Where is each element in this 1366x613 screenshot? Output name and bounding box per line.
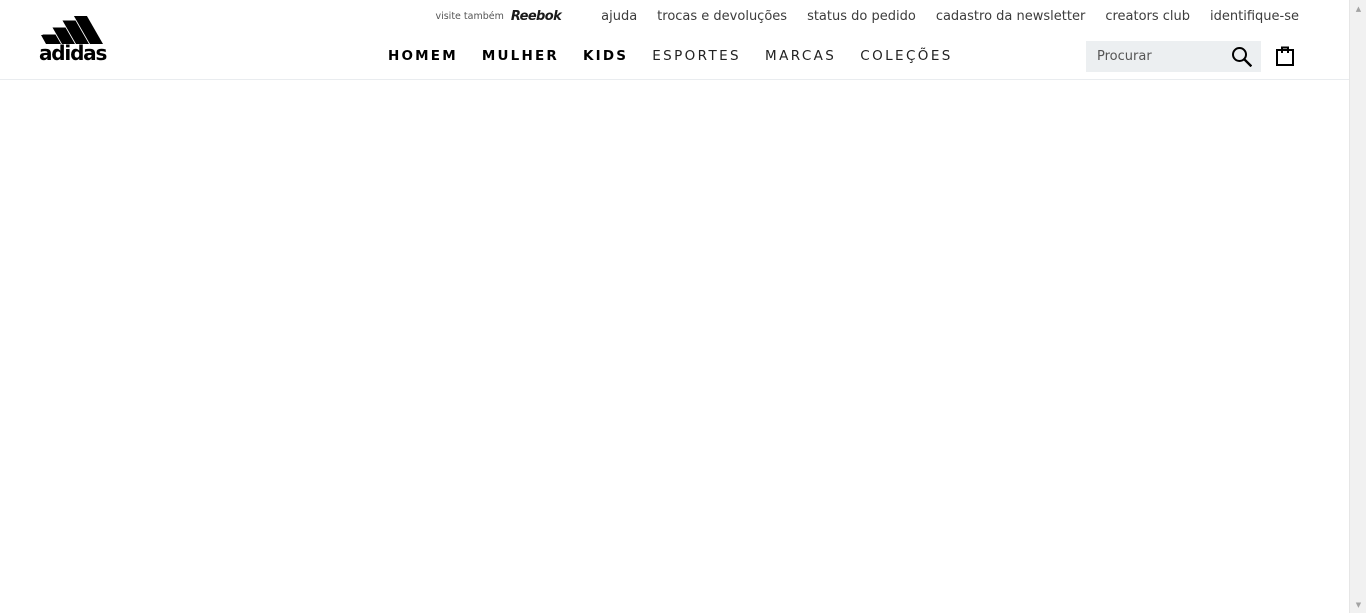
sign-in-link[interactable]: identifique-se <box>1210 9 1299 24</box>
scroll-down-arrow[interactable]: ▼ <box>1350 596 1366 613</box>
nav-item-mulher[interactable]: MULHER <box>482 48 559 64</box>
nav-item-marcas[interactable]: MARCAS <box>765 48 836 64</box>
adidas-logo[interactable]: adidas <box>39 16 110 65</box>
nav-item-esportes[interactable]: ESPORTES <box>652 48 741 64</box>
reebok-link[interactable]: Reebok <box>511 9 562 24</box>
nav-item-homem[interactable]: HOMEM <box>388 48 458 64</box>
search-input[interactable] <box>1086 41 1226 72</box>
site-header: adidas visite também Reebok ajuda trocas… <box>0 0 1349 80</box>
search-icon[interactable] <box>1231 46 1252 67</box>
returns-link[interactable]: trocas e devoluções <box>657 9 787 24</box>
page: adidas visite também Reebok ajuda trocas… <box>0 0 1349 613</box>
utility-bar: visite também Reebok ajuda trocas e devo… <box>435 6 1299 26</box>
adidas-performance-logo-icon <box>41 16 103 44</box>
scroll-up-arrow[interactable]: ▲ <box>1350 0 1366 17</box>
logo-wordmark: adidas <box>39 41 107 65</box>
help-link[interactable]: ajuda <box>601 9 637 24</box>
newsletter-link[interactable]: cadastro da newsletter <box>936 9 1086 24</box>
visit-also[interactable]: visite também Reebok <box>435 9 561 24</box>
nav-item-colecoes[interactable]: COLEÇÕES <box>860 48 952 64</box>
creators-club-link[interactable]: creators club <box>1105 9 1190 24</box>
order-status-link[interactable]: status do pedido <box>807 9 916 24</box>
search-box <box>1086 41 1261 72</box>
visit-also-label: visite também <box>435 10 504 22</box>
shopping-bag-icon[interactable] <box>1276 45 1294 66</box>
main-nav: HOMEM MULHER KIDS ESPORTES MARCAS COLEÇÕ… <box>388 46 977 66</box>
nav-item-kids[interactable]: KIDS <box>583 48 628 64</box>
vertical-scrollbar[interactable]: ▲ ▼ <box>1349 0 1366 613</box>
